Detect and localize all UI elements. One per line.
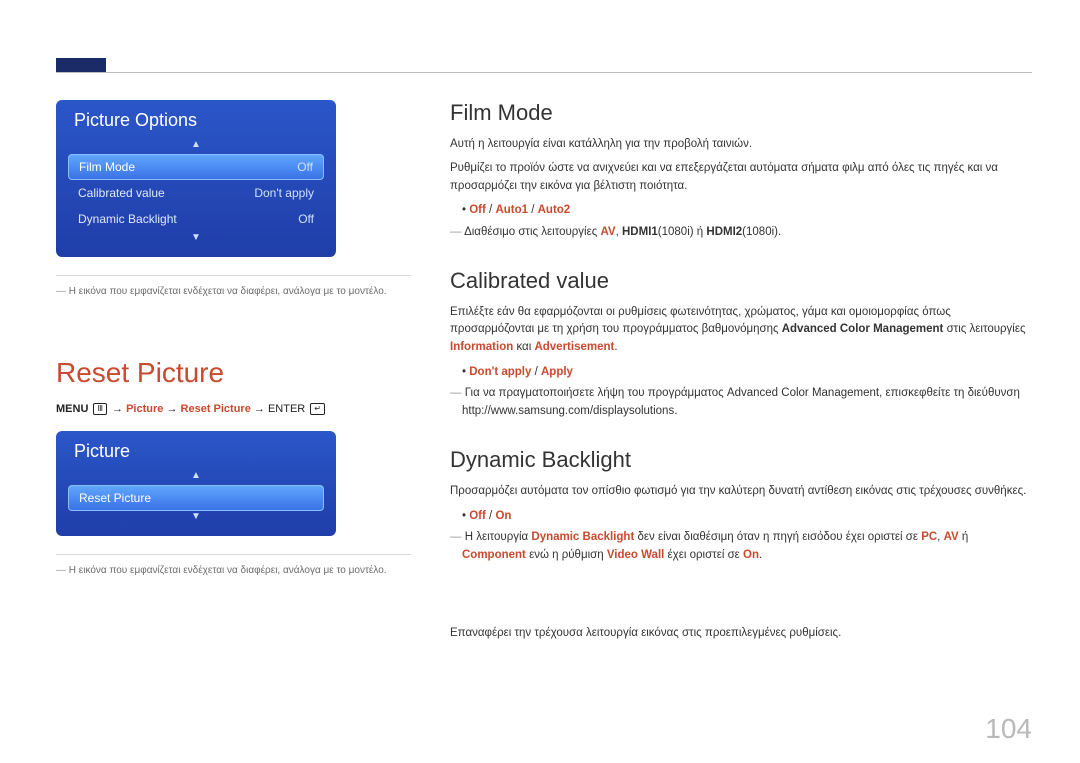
osd-item-film-mode[interactable]: Film Mode Off [68,154,324,180]
menu-icon: Ⅲ [93,403,107,415]
heading-backlight: Dynamic Backlight [450,447,1030,473]
osd-item-value: Off [298,212,314,226]
backlight-body: Προσαρμόζει αυτόματα τον οπίσθιο φωτισμό… [450,483,1030,501]
film-mode-options: Off / Auto1 / Auto2 [450,201,1030,219]
film-mode-body: Αυτή η λειτουργία είναι κατάλληλη για τη… [450,136,1030,195]
option-line: Don't apply / Apply [462,363,1030,381]
opt-off: Off [469,510,486,522]
calibrated-options: Don't apply / Apply [450,363,1030,381]
heading-calibrated: Calibrated value [450,268,1030,294]
osd-item-label: Film Mode [79,160,135,174]
divider-top [56,72,1032,73]
menu-label: MENU [56,403,88,415]
reset-body: Επαναφέρει την τρέχουσα λειτουργία εικόν… [450,625,1030,643]
opt-on: On [495,510,511,522]
paragraph: Επιλέξτε εάν θα εφαρμόζονται οι ρυθμίσει… [450,304,1030,357]
osd-title: Picture Options [68,110,324,131]
option-line: Off / Auto1 / Auto2 [462,201,1030,219]
right-column: Film Mode Αυτή η λειτουργία είναι κατάλλ… [450,100,1030,649]
menu-path: MENU Ⅲ → Picture → Reset Picture → ENTER… [56,403,411,415]
osd-item-value: Off [297,160,313,174]
arrow-icon: → [166,403,177,415]
backlight-options: Off / On [450,507,1030,525]
calibrated-body: Επιλέξτε εάν θα εφαρμόζονται οι ρυθμίσει… [450,304,1030,357]
opt-auto2: Auto2 [538,204,571,216]
backlight-note: Η λειτουργία Dynamic Backlight δεν είναι… [450,529,1030,565]
down-arrow-icon[interactable]: ▼ [68,511,324,522]
paragraph: Αυτή η λειτουργία είναι κατάλληλη για τη… [450,136,1030,154]
paragraph: Ρυθμίζει το προϊόν ώστε να ανιχνεύει και… [450,160,1030,196]
enter-icon: ↵ [310,403,325,415]
reset-picture-heading: Reset Picture [56,357,411,389]
opt-apply: Apply [541,366,573,378]
down-arrow-icon[interactable]: ▼ [68,232,324,243]
arrow-icon: → [112,403,123,415]
paragraph: Επαναφέρει την τρέχουσα λειτουργία εικόν… [450,625,1030,643]
osd-item-label: Calibrated value [78,186,165,200]
opt-dont-apply: Don't apply [469,366,531,378]
osd-item-backlight[interactable]: Dynamic Backlight Off [68,206,324,232]
osd-item-label: Reset Picture [79,491,151,505]
disclaimer-2: Η εικόνα που εμφανίζεται ενδέχεται να δι… [56,554,411,576]
osd-picture: Picture ▲ Reset Picture ▼ [56,431,336,536]
enter-label: ENTER [268,403,305,415]
osd-item-label: Dynamic Backlight [78,212,177,226]
film-mode-note: Διαθέσιμο στις λειτουργίες AV, HDMI1(108… [450,224,1030,242]
heading-film-mode: Film Mode [450,100,1030,126]
osd-item-calibrated[interactable]: Calibrated value Don't apply [68,180,324,206]
path-reset-picture: Reset Picture [181,403,251,415]
osd-item-reset-picture[interactable]: Reset Picture [68,485,324,511]
osd-title: Picture [68,441,324,462]
up-arrow-icon[interactable]: ▲ [68,139,324,150]
paragraph: Προσαρμόζει αυτόματα τον οπίσθιο φωτισμό… [450,483,1030,501]
arrow-icon: → [254,403,265,415]
osd-picture-options: Picture Options ▲ Film Mode Off Calibrat… [56,100,336,257]
page-number: 104 [985,713,1032,745]
calibrated-note: Για να πραγματοποιήσετε λήψη του προγράμ… [450,385,1030,421]
up-arrow-icon[interactable]: ▲ [68,470,324,481]
opt-off: Off [469,204,486,216]
left-column: Picture Options ▲ Film Mode Off Calibrat… [56,100,411,576]
osd-item-value: Don't apply [254,186,314,200]
option-line: Off / On [462,507,1030,525]
path-picture: Picture [126,403,163,415]
opt-auto1: Auto1 [495,204,528,216]
disclaimer-1: Η εικόνα που εμφανίζεται ενδέχεται να δι… [56,275,411,297]
chapter-bar [56,58,106,72]
